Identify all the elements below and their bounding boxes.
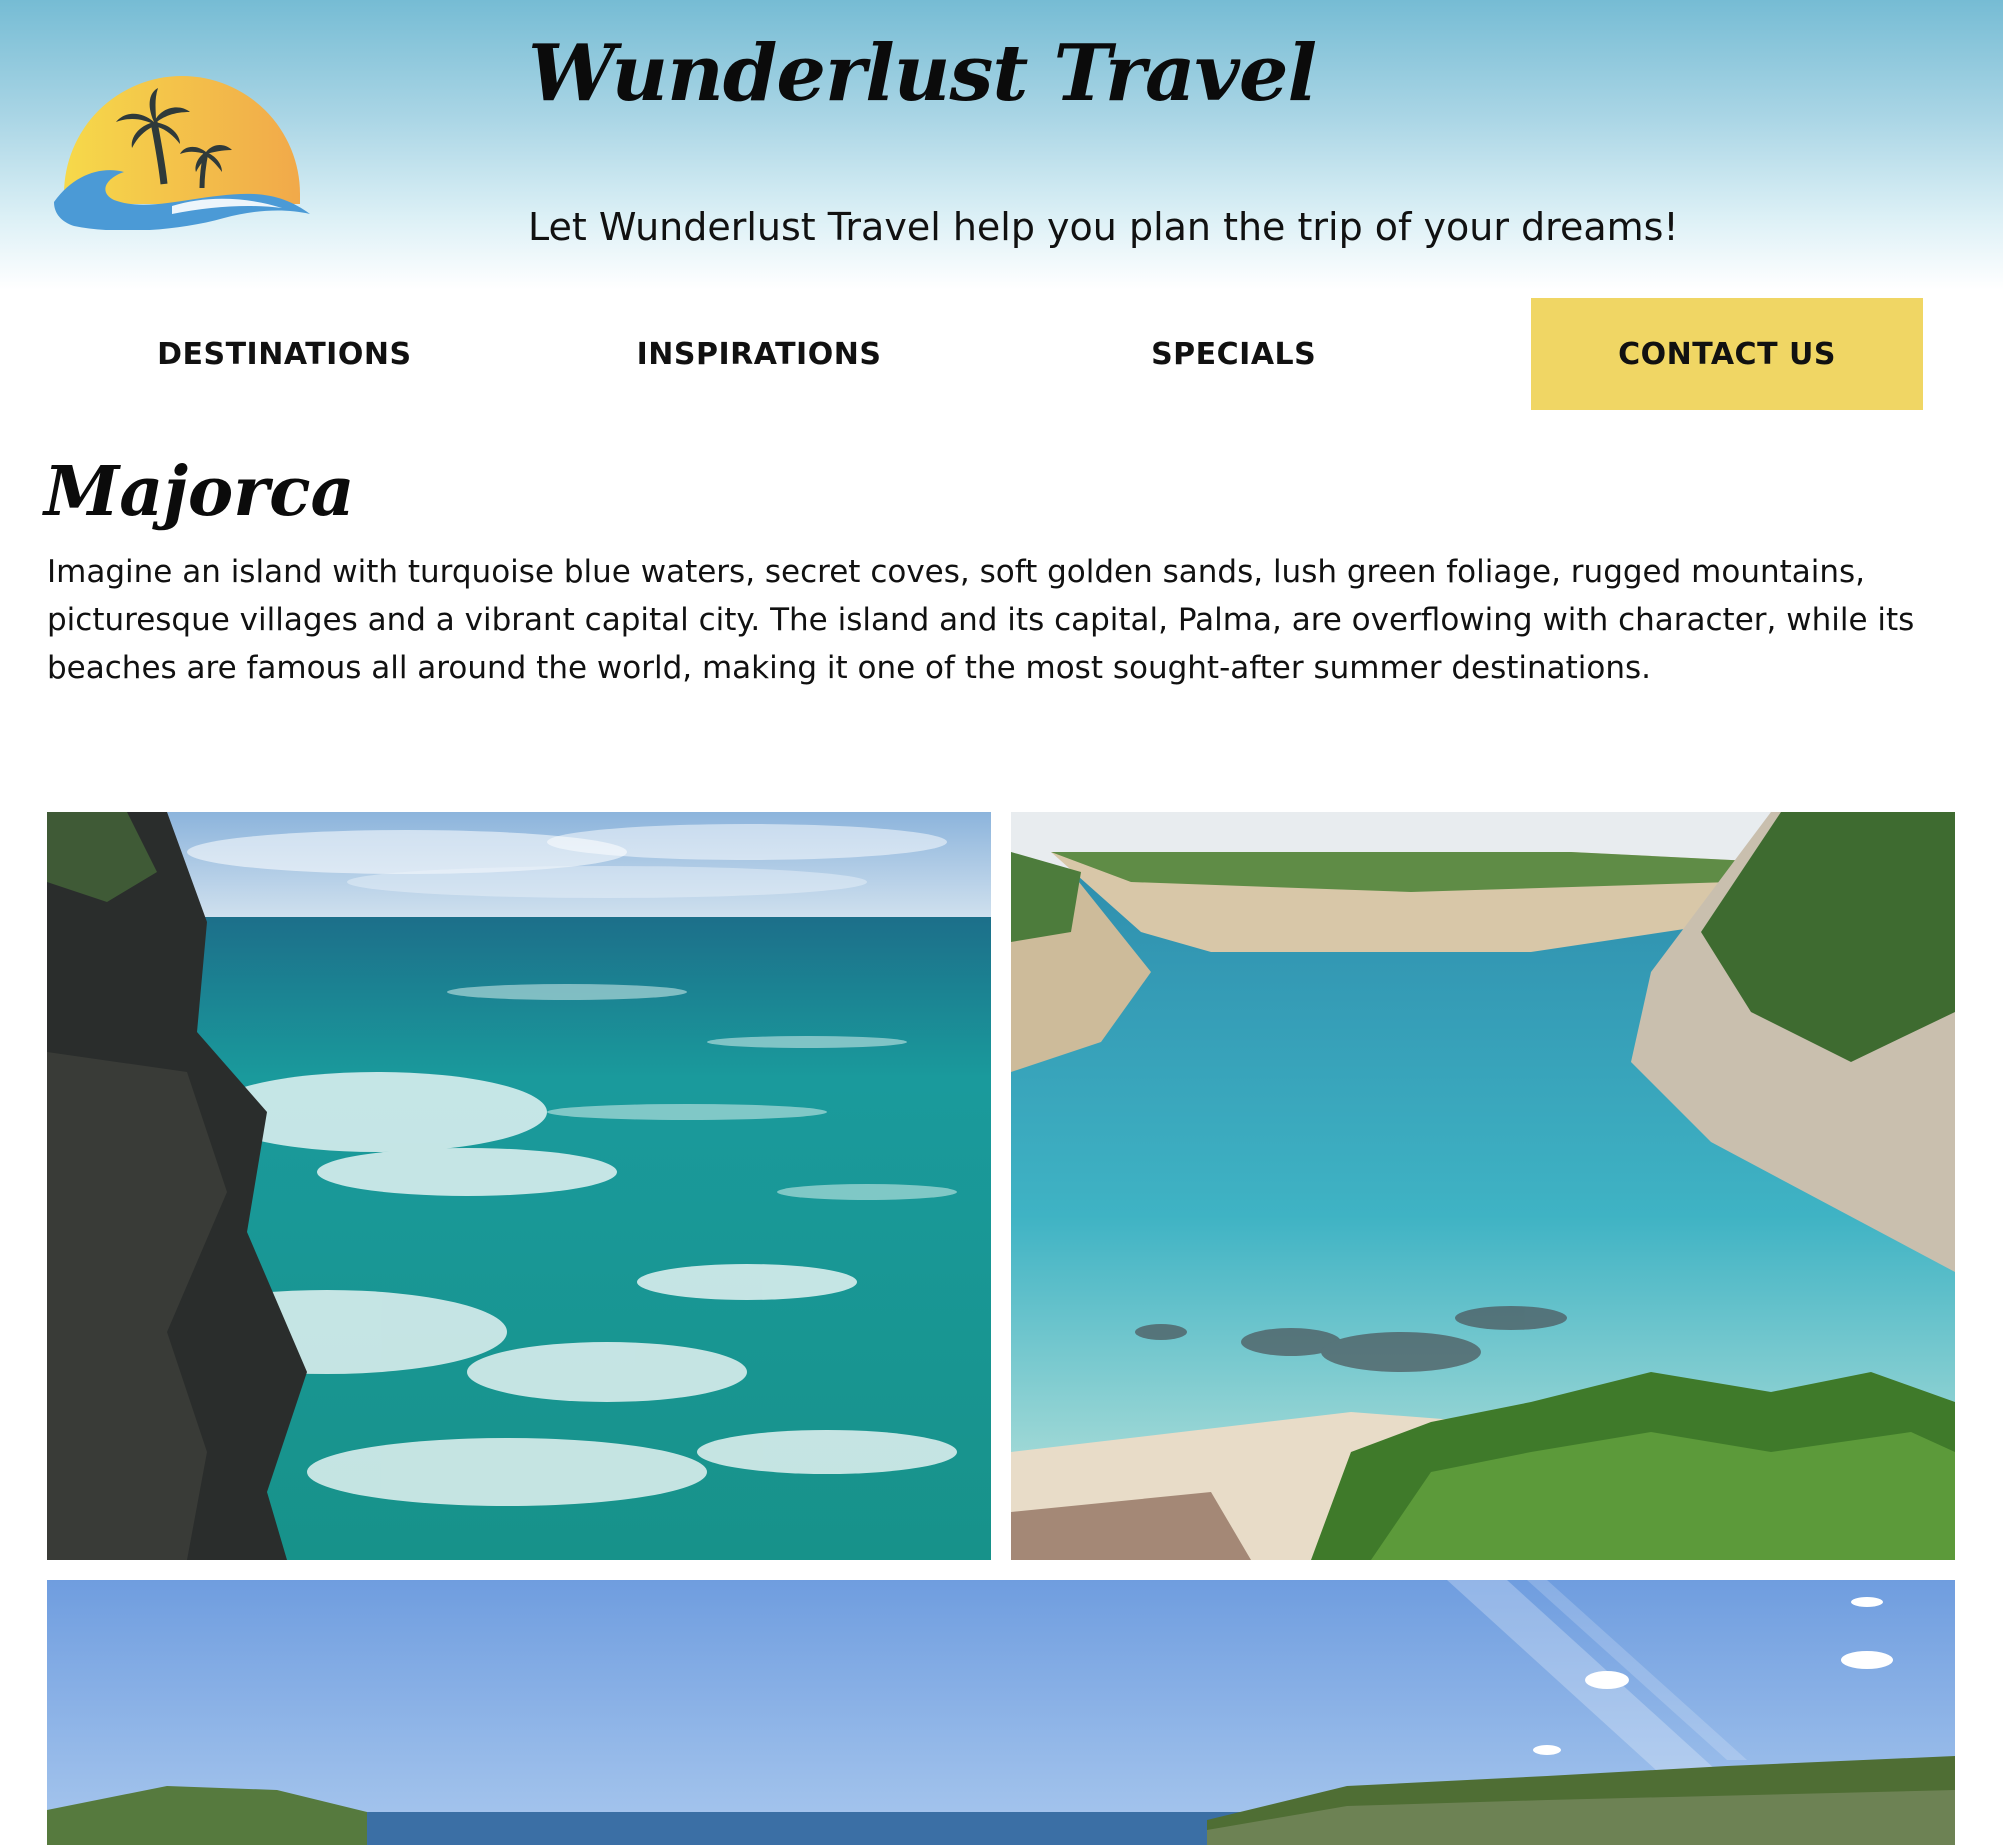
nav-inspirations-link[interactable]: INSPIRATIONS [522, 298, 997, 410]
site-header: Wunderlust Travel Let Wunderlust Travel … [0, 0, 2003, 290]
site-title[interactable]: Wunderlust Travel [528, 28, 1317, 119]
site-tagline: Let Wunderlust Travel help you plan the … [528, 205, 1679, 249]
main-nav: DESTINATIONS INSPIRATIONS SPECIALS CONTA… [47, 298, 1924, 410]
page-title: Majorca [44, 452, 355, 532]
sunset-palm-tree-logo-icon[interactable] [54, 74, 310, 231]
photo-bay-panorama [47, 1580, 1955, 1845]
photo-rough-sea-cliff [47, 812, 991, 1560]
photo-sheltered-cove [1011, 812, 1955, 1560]
nav-destinations-link[interactable]: DESTINATIONS [47, 298, 522, 410]
nav-contact-us-button[interactable]: CONTACT US [1531, 298, 1924, 410]
nav-specials-link[interactable]: SPECIALS [996, 298, 1471, 410]
intro-paragraph: Imagine an island with turquoise blue wa… [47, 554, 1915, 686]
